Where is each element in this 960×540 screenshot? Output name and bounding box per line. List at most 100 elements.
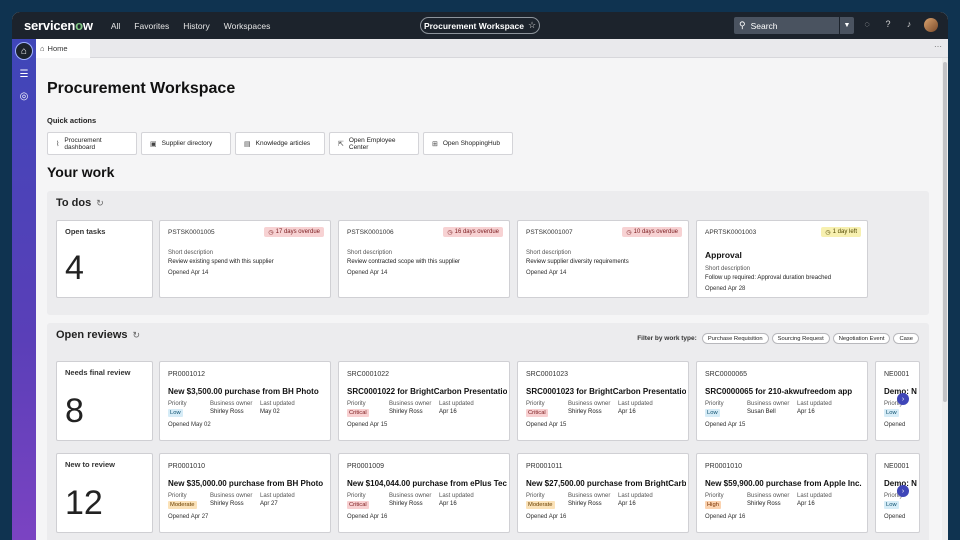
last-updated: May 02	[260, 409, 280, 415]
servicenow-logo[interactable]: servicenow	[24, 18, 93, 33]
priority-header: Priority	[347, 493, 366, 499]
review-title: New $59,900.00 purchase from Apple Inc.	[705, 479, 862, 488]
approval-card[interactable]: APRTSK0001003 ◷ 1 day left Approval Short…	[696, 220, 868, 298]
app-window: servicenow All Favorites History Workspa…	[12, 12, 948, 540]
filter-chip-negotiation-event[interactable]: Negotiation Event	[832, 333, 891, 344]
priority-header: Priority	[705, 401, 724, 407]
business-owner: Shirley Ross	[568, 501, 602, 507]
priority-badge: Low	[705, 409, 720, 417]
quick-action-knowledge-articles[interactable]: ▤ Knowledge articles	[235, 132, 325, 155]
star-icon[interactable]: ☆	[528, 20, 536, 31]
filter-chip-case[interactable]: Case	[893, 333, 919, 344]
badge-text: 10 days overdue	[633, 229, 678, 235]
short-description: Review supplier diversity requirements	[526, 259, 629, 265]
task-card[interactable]: PSTSK0001006 ◷ 16 days overdue Short desc…	[338, 220, 510, 298]
nav-workspaces[interactable]: Workspaces	[224, 21, 271, 31]
task-card[interactable]: PSTSK0001007 ◷ 10 days overdue Short desc…	[517, 220, 689, 298]
filter-chip-purchase-requisition[interactable]: Purchase Requisition	[701, 333, 769, 344]
overdue-badge: ◷ 17 days overdue	[264, 227, 324, 237]
quick-action-employee-center[interactable]: ⇱ Open Employee Center	[329, 132, 419, 155]
business-owner: Shirley Ross	[210, 501, 244, 507]
task-number: PSTSK0001007	[526, 229, 573, 236]
priority-badge: Low	[168, 409, 183, 417]
updated-header: Last updated	[797, 401, 832, 407]
search-scope-dropdown[interactable]: ▼	[839, 17, 854, 34]
nav-favorites[interactable]: Favorites	[134, 21, 169, 31]
user-avatar[interactable]	[924, 18, 938, 32]
help-icon[interactable]: ?	[883, 19, 893, 29]
review-card[interactable]: SRC0001022 SRC0001022 for BrightCarbon Pr…	[338, 361, 510, 441]
refresh-icon[interactable]: ↻	[133, 330, 141, 341]
review-count-card[interactable]: New to review 12	[56, 453, 153, 533]
quick-action-supplier-directory[interactable]: ▣ Supplier directory	[141, 132, 231, 155]
scrollbar-thumb[interactable]	[943, 62, 947, 402]
priority-badge: Moderate	[526, 501, 555, 509]
workspace-name: Procurement Workspace	[423, 20, 524, 31]
priority-header: Priority	[168, 493, 187, 499]
quick-action-label: Knowledge articles	[255, 140, 311, 147]
review-card[interactable]: PR0001010 New $35,000.00 purchase from BH…	[159, 453, 331, 533]
tab-home-label: Home	[47, 44, 68, 53]
quick-action-shoppinghub[interactable]: ⊞ Open ShoppingHub	[423, 132, 513, 155]
tab-home[interactable]: ⌂ Home	[36, 39, 90, 58]
opened-date: Opened Apr 14	[526, 270, 567, 276]
workspace-pill[interactable]: Procurement Workspace ☆	[420, 17, 540, 34]
tab-bar: ⌂ Home ⋯	[36, 39, 948, 58]
review-card[interactable]: PR0001011 New $27,500.00 purchase from Br…	[517, 453, 689, 533]
page-scrollbar[interactable]	[942, 58, 948, 540]
quick-action-label: Procurement dashboard	[64, 136, 102, 151]
review-card[interactable]: SRC0000065 SRC0000065 for 210-akwufreedom…	[696, 361, 868, 441]
open-tasks-card[interactable]: Open tasks 4	[56, 220, 153, 298]
opened-date: Opened Apr 15	[347, 422, 388, 428]
scroll-right-arrow-icon[interactable]: ›	[897, 485, 909, 497]
refresh-icon[interactable]: ↻	[96, 198, 104, 209]
short-description: Review existing spend with this supplier	[168, 259, 274, 265]
scroll-right-arrow-icon[interactable]: ›	[897, 393, 909, 405]
priority-header: Priority	[705, 493, 724, 499]
filter-chip-sourcing-request[interactable]: Sourcing Request	[771, 333, 830, 344]
quick-actions: ⌇ Procurement dashboard ▣ Supplier directo…	[47, 132, 513, 155]
business-owner: Shirley Ross	[389, 409, 423, 415]
home-icon[interactable]: ⌂	[15, 42, 33, 60]
opened-date: Opened Apr 16	[705, 514, 746, 520]
task-title: Approval	[705, 250, 742, 260]
clock-icon: ◷	[447, 229, 453, 236]
updated-header: Last updated	[618, 493, 653, 499]
last-updated: Apr 16	[618, 409, 636, 415]
top-navigation-bar: servicenow All Favorites History Workspa…	[12, 12, 948, 39]
review-card[interactable]: SRC0001023 SRC0001023 for BrightCarbon Pr…	[517, 361, 689, 441]
last-updated: Apr 16	[797, 409, 815, 415]
review-title: New $104,044.00 purchase from ePlus Tech…	[347, 479, 507, 488]
page-title: Procurement Workspace	[47, 80, 236, 97]
quick-action-procurement-dashboard[interactable]: ⌇ Procurement dashboard	[47, 132, 137, 155]
review-count: 12	[65, 484, 103, 522]
review-card[interactable]: PR0001010 New $59,900.00 purchase from Ap…	[696, 453, 868, 533]
opened-date: Opened Apr 16	[347, 514, 388, 520]
review-card[interactable]: PR0001009 New $104,044.00 purchase from e…	[338, 453, 510, 533]
owner-header: Business owner	[747, 493, 790, 499]
priority-badge: Critical	[347, 501, 369, 509]
list-icon[interactable]: ☰	[15, 65, 33, 83]
more-icon[interactable]: ⋯	[934, 42, 942, 51]
global-search[interactable]: ⚲ Search ▼	[734, 17, 854, 34]
priority-header: Priority	[168, 401, 187, 407]
last-updated: Apr 16	[439, 409, 457, 415]
logo-text-o: o	[75, 18, 83, 33]
review-count-card[interactable]: Needs final review 8	[56, 361, 153, 441]
updated-header: Last updated	[439, 401, 474, 407]
bell-icon[interactable]: ♪	[904, 19, 914, 29]
review-card[interactable]: PR0001012 New $3,500.00 purchase from BH …	[159, 361, 331, 441]
owner-header: Business owner	[568, 401, 611, 407]
opened-date: Opened	[884, 422, 906, 428]
opened-date: Opened May 02	[168, 422, 211, 428]
nav-all[interactable]: All	[111, 21, 120, 31]
chat-icon[interactable]: ◌	[862, 19, 872, 29]
search-input[interactable]: Search	[751, 21, 839, 31]
reviews-title-text: Open reviews	[56, 329, 128, 341]
dashboard-icon[interactable]: ◎	[15, 87, 33, 105]
nav-history[interactable]: History	[183, 21, 209, 31]
overdue-badge: ◷ 10 days overdue	[622, 227, 682, 237]
task-card[interactable]: PSTSK0001005 ◷ 17 days overdue Short desc…	[159, 220, 331, 298]
updated-header: Last updated	[439, 493, 474, 499]
open-reviews-panel: Open reviews ↻ Filter by work type: Purch…	[47, 323, 929, 540]
